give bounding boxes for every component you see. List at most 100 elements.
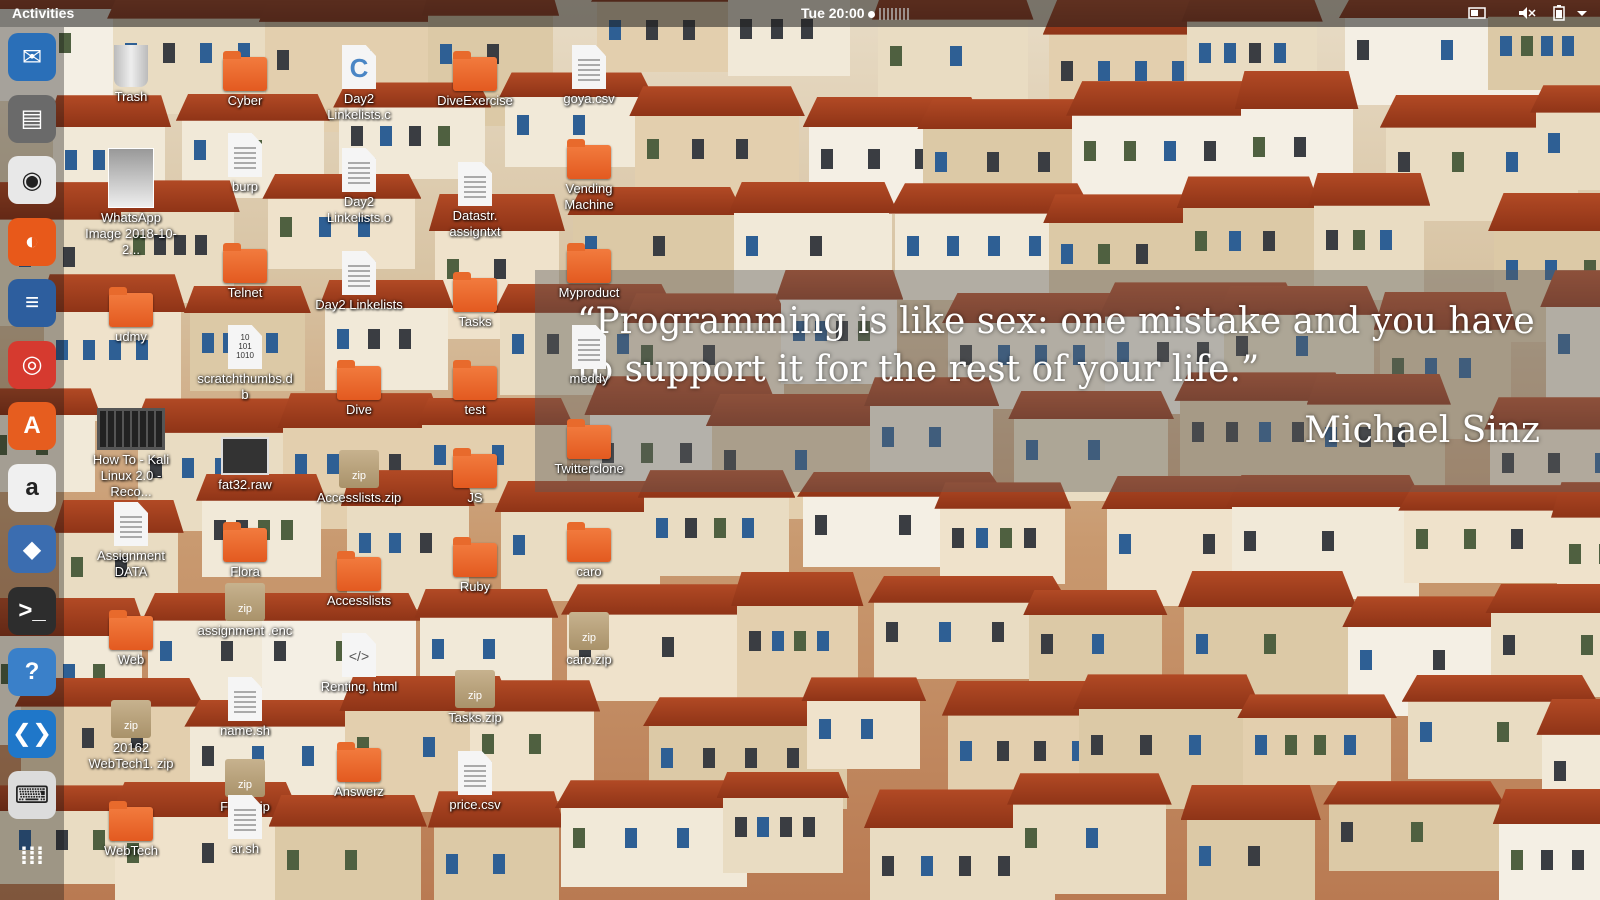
- screen-icon[interactable]: [1468, 5, 1486, 21]
- desktop-icon-webtech[interactable]: WebTech: [83, 795, 179, 859]
- desktop-icon-flora[interactable]: Flora: [197, 516, 293, 580]
- desktop-icon-cyber[interactable]: Cyber: [197, 45, 293, 109]
- desktop-icon-label: scratchthumbs.db: [197, 371, 293, 402]
- chrome-icon[interactable]: ◎: [8, 340, 56, 389]
- desktop-icon-label: Day2 Linkelists.o: [326, 194, 392, 225]
- desktop-icon-label: meddy: [569, 371, 609, 386]
- desktop-icon-meddy[interactable]: meddy: [541, 325, 637, 387]
- battery-icon[interactable]: [1550, 5, 1568, 21]
- folder-icon: [453, 360, 497, 400]
- desktop-icon-price-csv[interactable]: price.csv: [427, 751, 523, 813]
- rhythmbox-icon[interactable]: ◉: [8, 156, 56, 204]
- desktop-icon-label: Day2 Linkelists: [315, 297, 403, 312]
- desktop-icon-assignment-data[interactable]: Assignment DATA: [83, 502, 179, 580]
- desktop-icon-accesslists-zip[interactable]: zip Accesslists.zip: [311, 442, 407, 506]
- desktop-icon-label: Assignment DATA: [97, 548, 165, 579]
- desktop-icon-label: fat32.raw: [218, 477, 272, 492]
- desktop-icon-telnet[interactable]: Telnet: [197, 237, 293, 301]
- vscode-icon[interactable]: ❮❯: [8, 709, 56, 758]
- desktop-icon-day2-linkelists-c[interactable]: C Day2 Linkelists.c: [311, 45, 407, 123]
- volume-muted-icon[interactable]: [1518, 5, 1536, 21]
- desktop-icon-js[interactable]: JS: [427, 442, 523, 506]
- desktop-icon-vending-machine[interactable]: Vending Machine: [541, 133, 637, 213]
- desktop-icon-trash[interactable]: Trash: [83, 45, 179, 105]
- desktop-icon-whatsapp-image-2018-10-2[interactable]: WhatsApp Image 2018-10-2...: [83, 148, 179, 258]
- desktop-icon-name-sh[interactable]: name.sh: [197, 677, 293, 739]
- folder-icon: [567, 419, 611, 459]
- desktop-icon-label: Datastr. assigntxt: [449, 208, 501, 239]
- show-applications-icon[interactable]: ⁞⁞⁞: [8, 833, 56, 881]
- folder-icon: [109, 287, 153, 327]
- desktop-icon-label: name.sh: [220, 723, 270, 738]
- software-center-icon[interactable]: A: [8, 402, 56, 450]
- desktop-icon-answerz[interactable]: Answerz: [311, 736, 407, 800]
- folder-icon: [109, 610, 153, 650]
- desktop-icon-day2-linkelists-o[interactable]: Day2 Linkelists.o: [311, 148, 407, 226]
- text-file-icon: [228, 133, 262, 177]
- desktop-icon-day2-linkelists[interactable]: Day2 Linkelists: [311, 251, 407, 313]
- desktop-icon-label: Dive: [345, 402, 372, 417]
- desktop-icon-label: DiveExercise: [437, 93, 513, 108]
- desktop-icon-web[interactable]: Web: [83, 604, 179, 668]
- desktop-icon-burp[interactable]: burp: [197, 133, 293, 195]
- desktop-icon-tasks[interactable]: Tasks: [427, 266, 523, 330]
- desktop-icon-label: caro: [576, 564, 602, 579]
- text-file-icon: [572, 325, 606, 369]
- desktop-icon-ar-sh[interactable]: ar.sh: [197, 795, 293, 857]
- image-thumbnail-icon: [108, 148, 154, 208]
- thunderbird-icon[interactable]: ✉: [8, 33, 56, 81]
- firefox-icon[interactable]: ◐: [8, 217, 56, 266]
- help-icon[interactable]: ?: [8, 648, 56, 696]
- desktop-icon-assignment-enc[interactable]: zip assignment .enc: [197, 575, 293, 639]
- folder-icon: [567, 139, 611, 179]
- desktop-icon-label: Cyber: [227, 93, 263, 108]
- desktop-icon-label: Vending Machine: [564, 181, 614, 212]
- desktop-icon-label: price.csv: [449, 797, 501, 812]
- desktop-icon-caro[interactable]: caro: [541, 516, 637, 580]
- folder-icon: [223, 243, 267, 283]
- folder-icon: [337, 742, 381, 782]
- keyboard-icon[interactable]: ⌨: [8, 771, 56, 819]
- desktop-icon-accesslists[interactable]: Accesslists: [311, 545, 407, 609]
- desktop-icon-label: Web: [117, 652, 145, 667]
- desktop-icon-20162-webtech1-zip[interactable]: zip 20162 WebTech1. zip: [83, 692, 179, 772]
- desktop-icon-renting-html[interactable]: </> Renting. html: [311, 633, 407, 695]
- clock-label: Tue 20:00: [801, 5, 909, 21]
- c-source-file-icon: C: [342, 45, 376, 89]
- desktop-icon-label: Telnet: [227, 285, 263, 300]
- desktop-icon-label: 20162 WebTech1. zip: [88, 740, 174, 771]
- desktop-icon-label: udmy: [115, 329, 147, 344]
- desktop-icon-test[interactable]: test: [427, 354, 523, 418]
- desktop-icon-udmy[interactable]: udmy: [83, 281, 179, 345]
- desktop-icon-twitterclone[interactable]: Twitterclone: [541, 413, 637, 477]
- desktop-icon-label: JS: [467, 490, 483, 505]
- desktop-icon-scratchthumbs-db[interactable]: 10 101 1010 scratchthumbs.db: [197, 325, 293, 403]
- desktop-icon-diveexercise[interactable]: DiveExercise: [427, 45, 523, 109]
- desktop-icon-label: Trash: [114, 89, 148, 104]
- virtualbox-icon[interactable]: ◆: [8, 525, 56, 573]
- wallpaper-quote-panel: “Programming is like sex: one mistake an…: [535, 270, 1600, 492]
- activities-button[interactable]: Activities: [12, 5, 74, 21]
- desktop-icon-label: How To - Kali Linux 2.0 - Reco...: [92, 452, 170, 499]
- text-file-icon: [228, 795, 262, 839]
- system-menu-arrow-icon[interactable]: [1575, 5, 1593, 21]
- desktop-icon-tasks-zip[interactable]: zip Tasks.zip: [427, 662, 523, 726]
- desktop-icon-label: Tasks.zip: [448, 710, 502, 725]
- desktop-icon-label: Accesslists: [326, 593, 392, 608]
- libreoffice-writer-icon[interactable]: ≡: [8, 279, 56, 327]
- quote-text: “Programming is like sex: one mistake an…: [577, 301, 1535, 390]
- desktop-icon-fat32-raw[interactable]: fat32.raw: [197, 427, 293, 493]
- folder-icon: [223, 522, 267, 562]
- desktop-icon-how-to-kali-linux-2-0-reco[interactable]: How To - Kali Linux 2.0 - Reco...: [83, 400, 179, 500]
- terminal-icon[interactable]: >_: [8, 586, 56, 635]
- files-icon[interactable]: ▤: [8, 94, 56, 143]
- desktop-icon-dive[interactable]: Dive: [311, 354, 407, 418]
- desktop-icon-caro-zip[interactable]: zip caro.zip: [541, 604, 637, 668]
- folder-icon: [337, 551, 381, 591]
- text-file-icon: [342, 148, 376, 192]
- desktop-icon-ruby[interactable]: Ruby: [427, 531, 523, 595]
- amazon-icon[interactable]: a: [8, 463, 56, 512]
- desktop-icon-datastr-assigntxt[interactable]: Datastr. assigntxt: [427, 162, 523, 240]
- desktop-icon-goya-csv[interactable]: goya.csv: [541, 45, 637, 107]
- desktop-icon-myproduct[interactable]: Myproduct: [541, 237, 637, 301]
